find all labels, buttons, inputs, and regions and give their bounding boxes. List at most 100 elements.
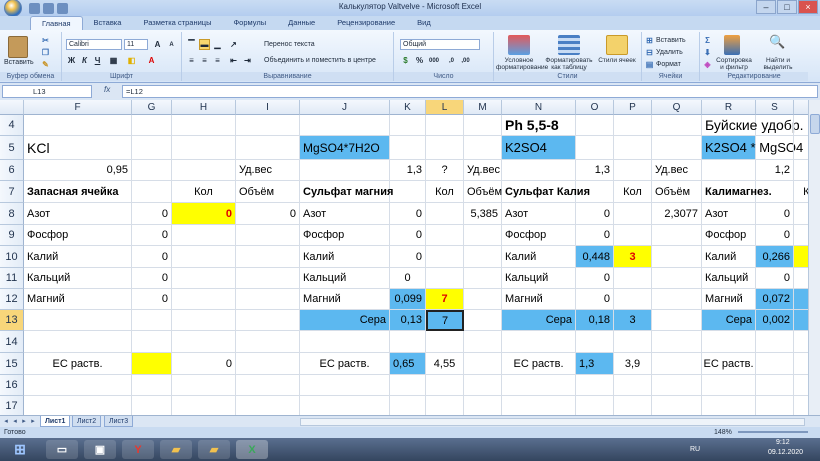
align-middle-icon[interactable]: ▬ xyxy=(199,39,210,50)
cell-p13[interactable]: 3 xyxy=(614,310,652,331)
cell-g6[interactable] xyxy=(132,160,172,181)
cell-f13[interactable] xyxy=(24,310,132,331)
cell-j14[interactable] xyxy=(300,331,390,353)
last-sheet-icon[interactable]: ▸ xyxy=(29,417,37,426)
cell-i5[interactable] xyxy=(236,136,300,160)
find-icon[interactable]: 🔍 xyxy=(768,35,785,48)
cell-g13[interactable] xyxy=(132,310,172,331)
cell-j16[interactable] xyxy=(300,375,390,396)
cell-n11[interactable]: Кальций xyxy=(502,268,576,289)
cell-styles-button[interactable]: Стили ячеек xyxy=(598,57,636,64)
cell-l8[interactable] xyxy=(426,203,464,225)
indent-increase-icon[interactable]: ⇥ xyxy=(242,55,253,66)
cell-t5[interactable] xyxy=(794,136,808,160)
increase-decimal-icon[interactable]: ,0 xyxy=(446,55,457,66)
cell-p16[interactable] xyxy=(614,375,652,396)
folder-icon-2[interactable]: ▰ xyxy=(198,440,230,459)
cell-k5[interactable] xyxy=(390,136,426,160)
row-header-7[interactable]: 7 xyxy=(0,181,24,203)
column-header-o[interactable]: O xyxy=(576,100,614,115)
cell-s6[interactable]: 1,2 xyxy=(756,160,794,181)
cell-r12[interactable]: Магний xyxy=(702,289,756,310)
copy-icon[interactable]: ❐ xyxy=(40,47,51,58)
cell-k13[interactable]: 0,13 xyxy=(390,310,426,331)
cell-j4[interactable] xyxy=(300,115,390,136)
delete-cells-icon[interactable]: ⊟ xyxy=(644,47,655,58)
tab-review[interactable]: Рецензирование xyxy=(326,16,406,30)
cell-q13[interactable] xyxy=(652,310,702,331)
cell-l5[interactable] xyxy=(426,136,464,160)
start-icon[interactable]: ⊞ xyxy=(4,440,36,459)
cell-r14[interactable] xyxy=(702,331,756,353)
cell-r15[interactable]: ЕС раств. xyxy=(702,353,756,375)
cell-m7[interactable]: Объём xyxy=(464,181,502,203)
cell-q6[interactable]: Уд.вес xyxy=(652,160,702,181)
row-header-12[interactable]: 12 xyxy=(0,289,24,310)
font-name-select[interactable]: Calibri xyxy=(66,39,122,50)
cell-g15[interactable] xyxy=(132,353,172,375)
select-all-corner[interactable] xyxy=(0,100,24,115)
cell-s9[interactable]: 0 xyxy=(756,225,794,246)
underline-button[interactable]: Ч xyxy=(92,55,103,66)
cell-g4[interactable] xyxy=(132,115,172,136)
font-color-icon[interactable]: A xyxy=(146,55,157,66)
cell-f4[interactable] xyxy=(24,115,132,136)
cell-q8[interactable]: 2,3077 xyxy=(652,203,702,225)
column-header-l[interactable]: L xyxy=(426,100,464,115)
cell-s4[interactable] xyxy=(756,115,794,136)
horizontal-scrollbar[interactable] xyxy=(300,418,805,426)
shrink-font-icon[interactable]: A xyxy=(166,39,177,50)
cell-t14[interactable] xyxy=(794,331,808,353)
cell-r9[interactable]: Фосфор xyxy=(702,225,756,246)
cell-g11[interactable]: 0 xyxy=(132,268,172,289)
find-select-button[interactable]: Найти и выделить xyxy=(756,57,800,71)
conditional-format-button[interactable]: Условное форматирование xyxy=(496,57,548,71)
tab-page-layout[interactable]: Разметка страницы xyxy=(132,16,222,30)
borders-icon[interactable]: ▦ xyxy=(108,55,119,66)
cell-k8[interactable]: 0 xyxy=(390,203,426,225)
column-header-s[interactable]: S xyxy=(756,100,794,115)
cell-f5[interactable]: KCl xyxy=(24,136,132,160)
cell-k10[interactable]: 0 xyxy=(390,246,426,268)
next-sheet-icon[interactable]: ▸ xyxy=(20,417,28,426)
row-header-5[interactable]: 5 xyxy=(0,136,24,160)
align-bottom-icon[interactable]: ▁ xyxy=(212,39,223,50)
cell-h13[interactable] xyxy=(172,310,236,331)
tray-time[interactable]: 9:12 xyxy=(776,439,790,446)
cell-t15[interactable]: 0 xyxy=(794,353,808,375)
cell-h10[interactable] xyxy=(172,246,236,268)
sheet-tab-3[interactable]: Лист3 xyxy=(104,416,134,427)
cell-q11[interactable] xyxy=(652,268,702,289)
cell-o7[interactable] xyxy=(576,181,614,203)
cell-m4[interactable] xyxy=(464,115,502,136)
cell-f17[interactable] xyxy=(24,396,132,415)
cell-n7[interactable]: Сульфат Калия xyxy=(502,181,590,203)
task-view-icon[interactable]: ▭ xyxy=(46,440,78,459)
cell-h6[interactable] xyxy=(172,160,236,181)
cell-h16[interactable] xyxy=(172,375,236,396)
cell-o14[interactable] xyxy=(576,331,614,353)
cell-n5[interactable]: K2SO4 xyxy=(502,136,576,160)
cell-o4[interactable] xyxy=(576,115,614,136)
bold-button[interactable]: Ж xyxy=(66,55,77,66)
cell-s5[interactable] xyxy=(756,136,794,160)
cell-h17[interactable] xyxy=(172,396,236,415)
cell-n12[interactable]: Магний xyxy=(502,289,576,310)
cell-h9[interactable] xyxy=(172,225,236,246)
column-header-j[interactable]: J xyxy=(300,100,390,115)
cell-g7[interactable] xyxy=(132,181,172,203)
folder-icon[interactable]: ▰ xyxy=(160,440,192,459)
cell-s12[interactable]: 0,072 xyxy=(756,289,794,310)
cell-n15[interactable]: ЕС раств. xyxy=(502,353,576,375)
cell-o15[interactable]: 1,3 xyxy=(576,353,614,375)
minimize-button[interactable]: – xyxy=(756,0,776,14)
cell-m12[interactable] xyxy=(464,289,502,310)
cell-g16[interactable] xyxy=(132,375,172,396)
cell-p17[interactable] xyxy=(614,396,652,415)
row-header-17[interactable]: 17 xyxy=(0,396,24,415)
cell-k17[interactable] xyxy=(390,396,426,415)
cell-l6[interactable]: ? xyxy=(426,160,464,181)
cell-h8[interactable]: 0 xyxy=(172,203,236,225)
cell-m17[interactable] xyxy=(464,396,502,415)
cell-o8[interactable]: 0 xyxy=(576,203,614,225)
